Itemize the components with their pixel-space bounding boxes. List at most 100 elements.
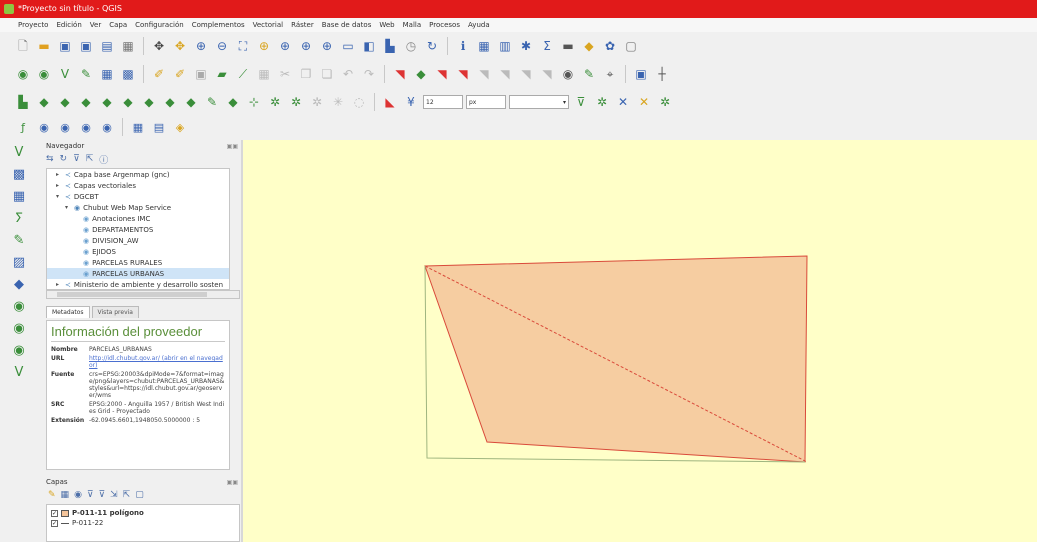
deselect-all-icon[interactable]: ✕ [635,93,653,111]
rotate-label-icon[interactable]: ◥ [475,65,493,83]
browser-item[interactable]: ◉ Anotaciones IMC [47,213,229,224]
new-bookmark-icon[interactable]: ▤ [150,118,168,136]
menu-vectorial[interactable]: Vectorial [253,21,284,29]
browser-item[interactable]: ◉ DIVISION_AW [47,235,229,246]
show-bookmarks-icon[interactable]: ◈ [171,118,189,136]
zoom-last-icon[interactable]: ⊕ [297,37,315,55]
browser-item[interactable]: ◉ EJIDOS [47,246,229,257]
add-mssql-icon[interactable]: ◆ [161,93,179,111]
add-virtual-icon[interactable]: ✎ [203,93,221,111]
snapping-icon[interactable]: ⌖ [601,65,619,83]
info-icon[interactable]: ⓘ [99,153,108,166]
style-select[interactable]: ▾ [509,95,569,109]
expand-all-icon[interactable]: ⇲ [110,490,118,500]
refresh-icon[interactable]: ↻ [60,154,68,164]
menu-proyecto[interactable]: Proyecto [18,21,48,29]
expand-arrow-icon[interactable]: ▸ [56,281,62,288]
measure-line-icon[interactable]: ◉ [98,118,116,136]
menu-complementos[interactable]: Complementos [192,21,245,29]
pan-icon[interactable]: ✥ [150,37,168,55]
menu-malla[interactable]: Malla [403,21,422,29]
menu-capa[interactable]: Capa [109,21,127,29]
add-wfs-layer-icon[interactable]: ◉ [7,340,31,360]
grid-icon[interactable]: ▣ [632,65,650,83]
menu-web[interactable]: Web [379,21,394,29]
manage-themes-icon[interactable]: ◉ [74,490,82,500]
expand-arrow-icon[interactable]: ▸ [56,182,62,189]
browser-item[interactable]: ◉ DEPARTAMENTOS [47,224,229,235]
remove-layer-icon[interactable]: ▢ [135,490,144,500]
add-selected-layers-icon[interactable]: ⇆ [46,154,54,164]
shape-digitize-icon[interactable]: ◉ [559,65,577,83]
select-by-value-icon[interactable]: ✲ [593,93,611,111]
zoom-next-icon[interactable]: ⊕ [318,37,336,55]
save-as-icon[interactable]: ▣ [77,37,95,55]
layout-manager-icon[interactable]: ▦ [119,37,137,55]
menu-ayuda[interactable]: Ayuda [468,21,490,29]
add-wcs-layer-icon[interactable]: ◉ [7,318,31,338]
select-location-icon[interactable]: ◉ [56,118,74,136]
add-raster-icon[interactable]: ▩ [119,65,137,83]
print-layout-icon[interactable]: ▤ [98,37,116,55]
select-features-icon[interactable]: ◉ [35,118,53,136]
add-polygon-layer-icon[interactable]: ◆ [77,93,95,111]
toggle-editing-icon[interactable]: ✐ [171,65,189,83]
diagram-icon[interactable]: ◥ [517,65,535,83]
change-label-icon[interactable]: ◥ [496,65,514,83]
menu-raster[interactable]: Ráster [291,21,314,29]
copy-features-icon[interactable]: ❐ [297,65,315,83]
undo-icon[interactable]: ↶ [339,65,357,83]
tab-metadatos[interactable]: Metadatos [46,306,90,318]
statistics-icon[interactable]: ✱ [517,37,535,55]
plugin-icon[interactable]: ✲ [656,93,674,111]
pin-labels-icon[interactable]: ◆ [412,65,430,83]
cut-features-icon[interactable]: ✂ [276,65,294,83]
zoom-full-icon[interactable]: ⛶ [234,37,252,55]
select-by-expression-icon[interactable]: ƒ [14,118,32,136]
label-style-icon[interactable]: ◣ [381,93,399,111]
filter-icon[interactable]: ⊽ [572,93,590,111]
add-vector-tile-icon[interactable]: ✲ [287,93,305,111]
metadata-value[interactable]: http://idl.chubut.gov.ar/ (abrir en el n… [89,355,225,369]
pan-to-selection-icon[interactable]: ✥ [171,37,189,55]
map-canvas[interactable] [243,140,1037,542]
add-raster-layer-icon[interactable]: ▩ [7,164,31,184]
font-icon[interactable]: ¥ [402,93,420,111]
expand-arrow-icon[interactable]: ▾ [56,193,62,200]
browser-item[interactable]: ▾ ◉ Chubut Web Map Service [47,202,229,213]
browser-item[interactable]: ▾ ≺ DGCBT [47,191,229,202]
advanced-digitize-icon[interactable]: ✎ [580,65,598,83]
add-wfs-icon[interactable]: ⊹ [245,93,263,111]
browser-item[interactable]: ◉ PARCELAS RURALES [47,257,229,268]
add-virtual-layer-icon[interactable]: V [7,362,31,382]
map-tips-icon[interactable]: ▦ [129,118,147,136]
open-styling-icon[interactable]: ✎ [48,490,56,500]
collapse-all-icon[interactable]: ⇱ [123,490,131,500]
layer-item[interactable]: ✓ P-011-11 polígono [51,508,235,518]
add-delimited-text-icon[interactable]: ⵢ [7,208,31,228]
add-gpx-icon[interactable]: ◆ [98,93,116,111]
layer-visibility-checkbox[interactable]: ✓ [51,509,58,517]
measure-icon[interactable]: ▬ [559,37,577,55]
paste-features-icon[interactable]: ❏ [318,65,336,83]
filter-browser-icon[interactable]: ⊽ [73,154,80,164]
add-oracle-icon[interactable]: ◆ [182,93,200,111]
redo-icon[interactable]: ↷ [360,65,378,83]
browser-horizontal-scrollbar[interactable] [46,290,240,299]
zoom-out-icon[interactable]: ⊖ [213,37,231,55]
sum-icon[interactable]: Σ [538,37,556,55]
label-icon[interactable]: ◥ [391,65,409,83]
field-calculator-icon[interactable]: ▥ [496,37,514,55]
zoom-to-selection-icon[interactable]: ⊕ [255,37,273,55]
zoom-in-icon[interactable]: ⊕ [192,37,210,55]
font-size-input[interactable]: 12 [423,95,463,109]
add-vector-layer-icon[interactable]: V [7,142,31,162]
parcel-polygon[interactable] [424,255,808,463]
add-postgis-layer-icon[interactable]: ◆ [7,274,31,294]
add-xyz-icon[interactable]: ✲ [266,93,284,111]
open-project-icon[interactable]: ▬ [35,37,53,55]
refresh-icon[interactable]: ◷ [402,37,420,55]
panel-float-close-icon[interactable]: ▣▣ [227,479,238,486]
menu-edicion[interactable]: Edición [56,21,81,29]
add-point-layer-icon[interactable]: ◆ [35,93,53,111]
